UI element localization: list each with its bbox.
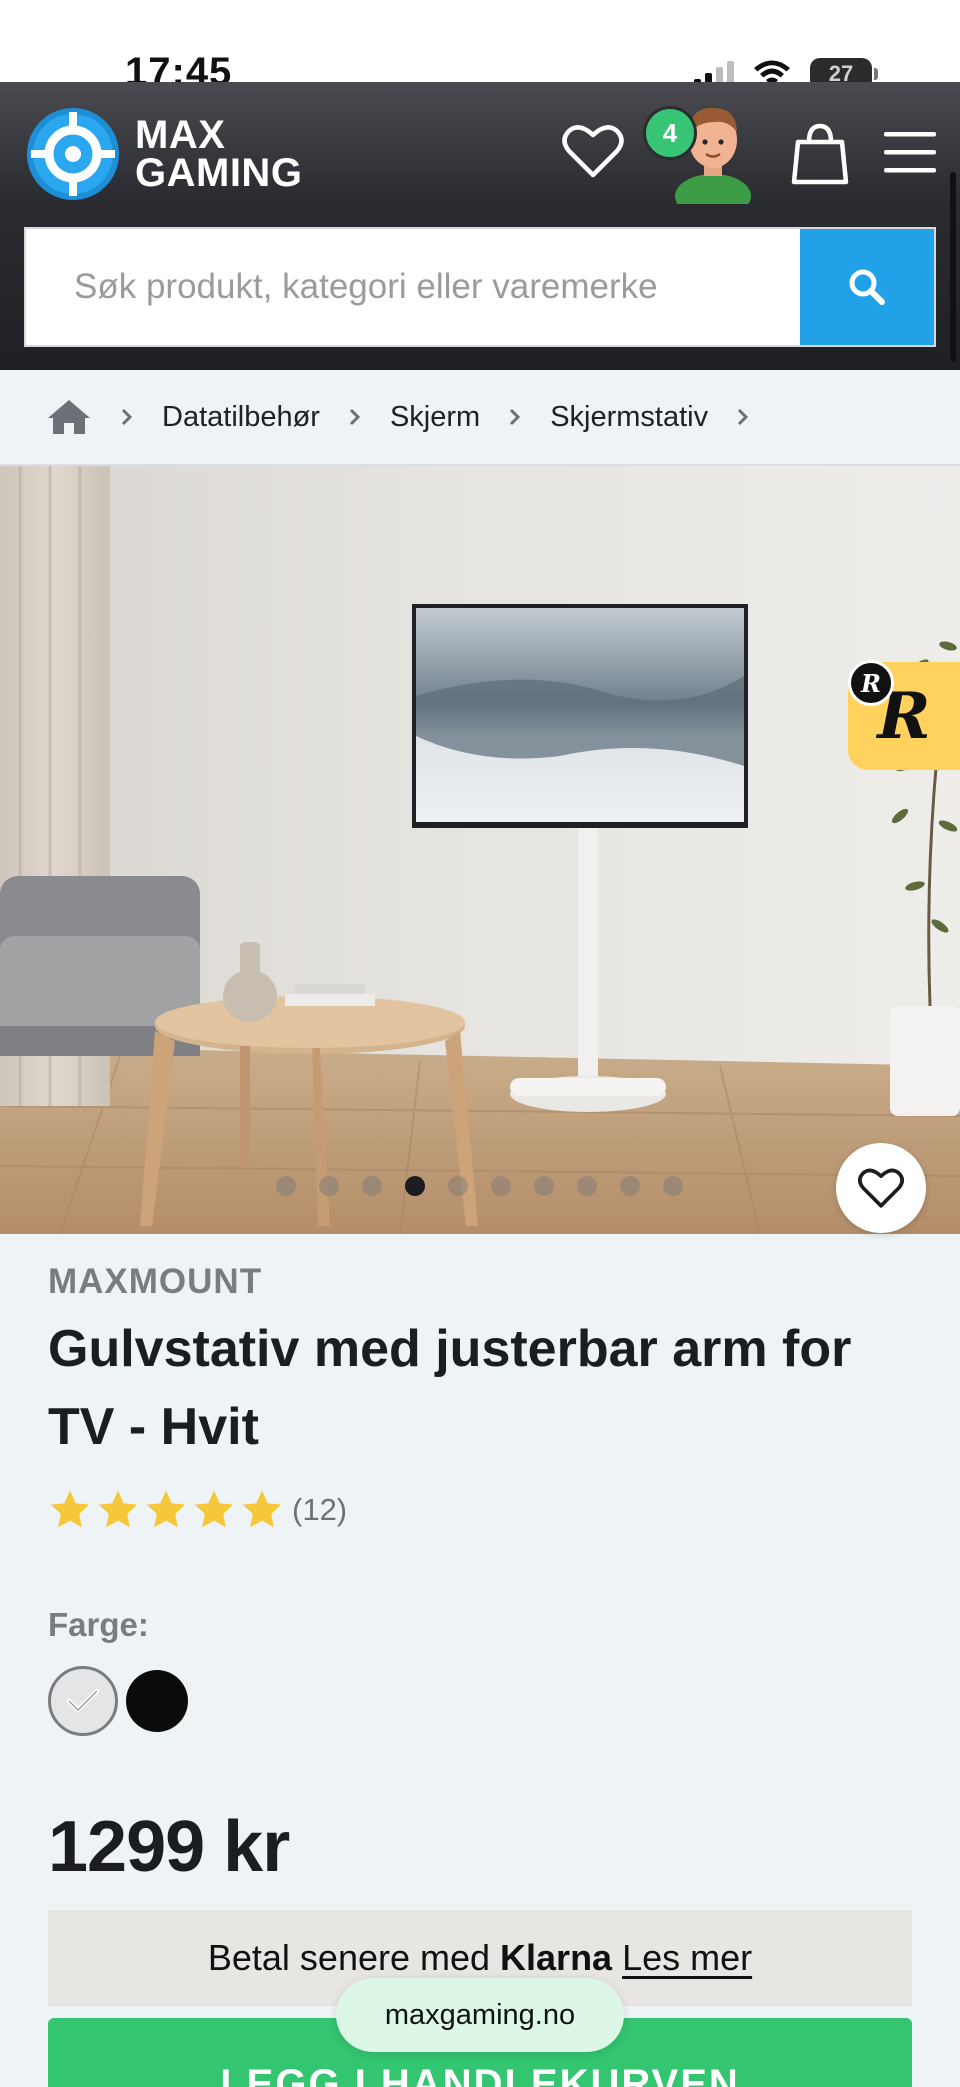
breadcrumb-datatilbehor[interactable]: Datatilbehør bbox=[162, 401, 320, 434]
gallery-dot[interactable] bbox=[448, 1176, 468, 1196]
checkmark-icon bbox=[66, 1688, 100, 1714]
chevron-right-icon bbox=[120, 407, 134, 427]
breadcrumb-skjerm[interactable]: Skjerm bbox=[390, 401, 480, 434]
search-icon bbox=[849, 269, 885, 305]
search-input[interactable] bbox=[26, 229, 800, 345]
add-to-cart-label: LEGG I HANDLEKURVEN bbox=[220, 2062, 740, 2087]
star-icon bbox=[194, 1490, 234, 1528]
status-bar: 17:45 27 bbox=[0, 0, 960, 92]
home-icon[interactable] bbox=[46, 398, 92, 436]
notification-badge: 4 bbox=[643, 106, 697, 160]
browser-address-pill[interactable]: maxgaming.no bbox=[336, 1978, 624, 2052]
search-bar bbox=[24, 227, 936, 347]
product-title: Gulvstativ med justerbar arm for TV - Hv… bbox=[48, 1320, 852, 1456]
product-rating[interactable]: (12) bbox=[48, 1488, 347, 1532]
color-swatch-white[interactable] bbox=[48, 1666, 118, 1736]
gallery-dot[interactable] bbox=[620, 1176, 640, 1196]
gallery-dot[interactable] bbox=[577, 1176, 597, 1196]
rating-stars bbox=[48, 1488, 288, 1532]
product-image-gallery[interactable] bbox=[0, 466, 960, 1234]
gallery-dot[interactable] bbox=[405, 1176, 425, 1196]
chevron-right-icon bbox=[508, 407, 522, 427]
wishlist-button[interactable] bbox=[558, 116, 628, 186]
gallery-dot[interactable] bbox=[663, 1176, 683, 1196]
browser-domain: maxgaming.no bbox=[384, 1998, 576, 2031]
heart-icon bbox=[858, 1168, 904, 1208]
logo-line-2: GAMING bbox=[135, 151, 303, 195]
breadcrumb: Datatilbehør Skjerm Skjermstativ bbox=[0, 370, 960, 466]
star-icon bbox=[50, 1490, 90, 1528]
promo-badge-small: R bbox=[848, 660, 894, 706]
heart-icon bbox=[562, 125, 624, 178]
gallery-dot[interactable] bbox=[362, 1176, 382, 1196]
shopping-bag-button[interactable] bbox=[788, 118, 852, 188]
gallery-dot[interactable] bbox=[534, 1176, 554, 1196]
hamburger-menu-icon bbox=[884, 132, 936, 173]
logo-text: MAX GAMING bbox=[135, 113, 303, 195]
shopping-bag-icon bbox=[791, 123, 849, 185]
gallery-pagination bbox=[276, 1176, 683, 1196]
klarna-text: Betal senere med bbox=[207, 1937, 491, 1978]
chevron-right-icon bbox=[348, 407, 362, 427]
star-icon bbox=[242, 1490, 282, 1528]
chevron-right-icon bbox=[736, 407, 750, 427]
color-label: Farge: bbox=[48, 1606, 149, 1643]
color-swatch-black[interactable] bbox=[126, 1670, 188, 1732]
gallery-dot[interactable] bbox=[276, 1176, 296, 1196]
gallery-dot[interactable] bbox=[491, 1176, 511, 1196]
search-button[interactable] bbox=[800, 229, 934, 345]
site-header: MAX GAMING 4 bbox=[0, 82, 960, 370]
page-scrollbar[interactable] bbox=[950, 172, 956, 362]
gallery-dot[interactable] bbox=[319, 1176, 339, 1196]
crosshair-logo-icon bbox=[27, 108, 119, 200]
product-photo bbox=[0, 466, 960, 1234]
menu-button[interactable] bbox=[880, 124, 940, 180]
breadcrumb-skjermstativ[interactable]: Skjermstativ bbox=[550, 401, 708, 434]
star-icon bbox=[146, 1490, 186, 1528]
klarna-brand: Klarna bbox=[500, 1937, 613, 1978]
klarna-read-more-link[interactable]: Les mer bbox=[622, 1937, 752, 1979]
rating-count: (12) bbox=[292, 1492, 348, 1527]
star-icon bbox=[98, 1490, 138, 1528]
product-brand[interactable]: MAXMOUNT bbox=[48, 1262, 262, 1302]
add-to-wishlist-button[interactable] bbox=[836, 1143, 926, 1233]
product-price: 1299 kr bbox=[48, 1807, 290, 1887]
logo-line-1: MAX bbox=[135, 113, 226, 157]
site-logo[interactable]: MAX GAMING bbox=[25, 106, 302, 202]
